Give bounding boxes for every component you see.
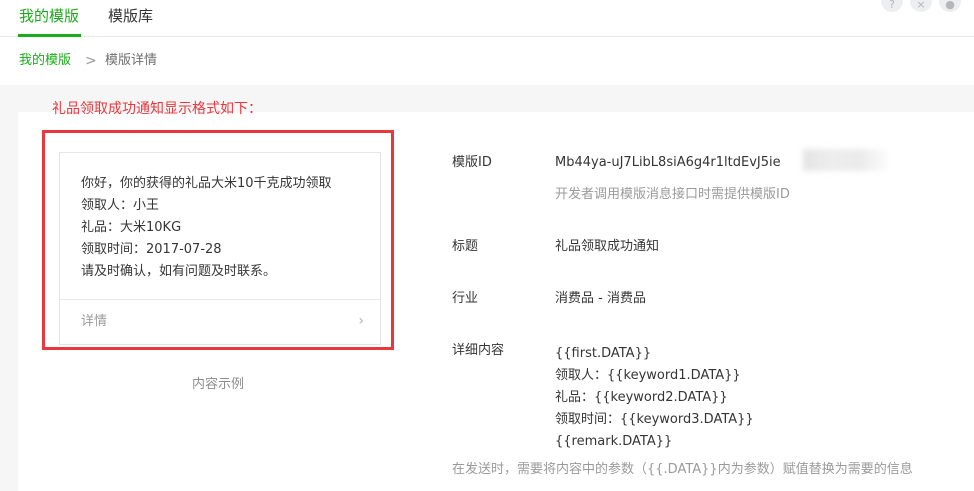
- title-label: 标题: [452, 239, 479, 254]
- preview-line: 领取时间：2017-07-28: [81, 242, 222, 257]
- industry-value: 消费品 - 消费品: [555, 291, 646, 306]
- content-line: {{remark.DATA}}: [555, 434, 673, 449]
- breadcrumb: 我的模版 > 模版详情: [0, 37, 974, 85]
- message-preview: 你好，你的获得的礼品大米10千克成功领取 领取人：小王 礼品：大米10KG 领取…: [59, 152, 381, 345]
- title-value: 礼品领取成功通知: [555, 239, 660, 254]
- template-id-hint: 开发者调用模版消息接口时需提供模版ID: [555, 187, 790, 202]
- breadcrumb-my-templates[interactable]: 我的模版: [19, 53, 71, 69]
- breadcrumb-separator-icon: >: [85, 53, 97, 69]
- preview-content: 你好，你的获得的礼品大米10千克成功领取 领取人：小王 礼品：大米10KG 领取…: [81, 173, 332, 283]
- content-label: 详细内容: [452, 343, 505, 358]
- template-id-value[interactable]: Mb44ya-uJ7LibL8siA6g4r1ltdEvJ5ie: [555, 153, 781, 173]
- preview-line: 礼品：大米10KG: [81, 220, 182, 235]
- preview-line: 你好，你的获得的礼品大米10千克成功领取: [81, 176, 332, 191]
- chevron-right-icon: ›: [358, 313, 364, 329]
- content-line: 领取时间：{{keyword3.DATA}}: [555, 412, 754, 427]
- annotation-title: 礼品领取成功通知显示格式如下：: [52, 101, 262, 117]
- preview-divider: [60, 299, 380, 300]
- content-line: 礼品：{{keyword2.DATA}}: [555, 390, 728, 405]
- content-hint: 在发送时，需要将内容中的参数（{{.DATA}}内为参数）赋值替换为需要的信息: [452, 462, 913, 477]
- industry-label: 行业: [452, 291, 479, 306]
- top-tab-bar: 我的模版 模版库 ? × ●: [0, 0, 974, 37]
- redacted-blur: [803, 149, 888, 171]
- close-icon[interactable]: ×: [910, 0, 932, 12]
- tab-my-templates[interactable]: 我的模版: [17, 6, 82, 37]
- template-id-label: 模版ID: [452, 155, 492, 170]
- tab-template-library[interactable]: 模版库: [108, 6, 153, 26]
- content-template: {{first.DATA}} 领取人：{{keyword1.DATA}} 礼品：…: [555, 343, 754, 453]
- preview-line: 请及时确认，如有问题及时联系。: [81, 264, 277, 279]
- content-line: 领取人：{{keyword1.DATA}}: [555, 368, 741, 383]
- help-icon[interactable]: ?: [881, 0, 903, 12]
- preview-line: 领取人：小王: [81, 198, 160, 213]
- user-icon[interactable]: ●: [939, 0, 961, 12]
- breadcrumb-current: 模版详情: [105, 53, 158, 68]
- content-line: {{first.DATA}}: [555, 346, 652, 361]
- example-caption: 内容示例: [192, 377, 245, 392]
- preview-detail-link[interactable]: 详情: [81, 313, 107, 331]
